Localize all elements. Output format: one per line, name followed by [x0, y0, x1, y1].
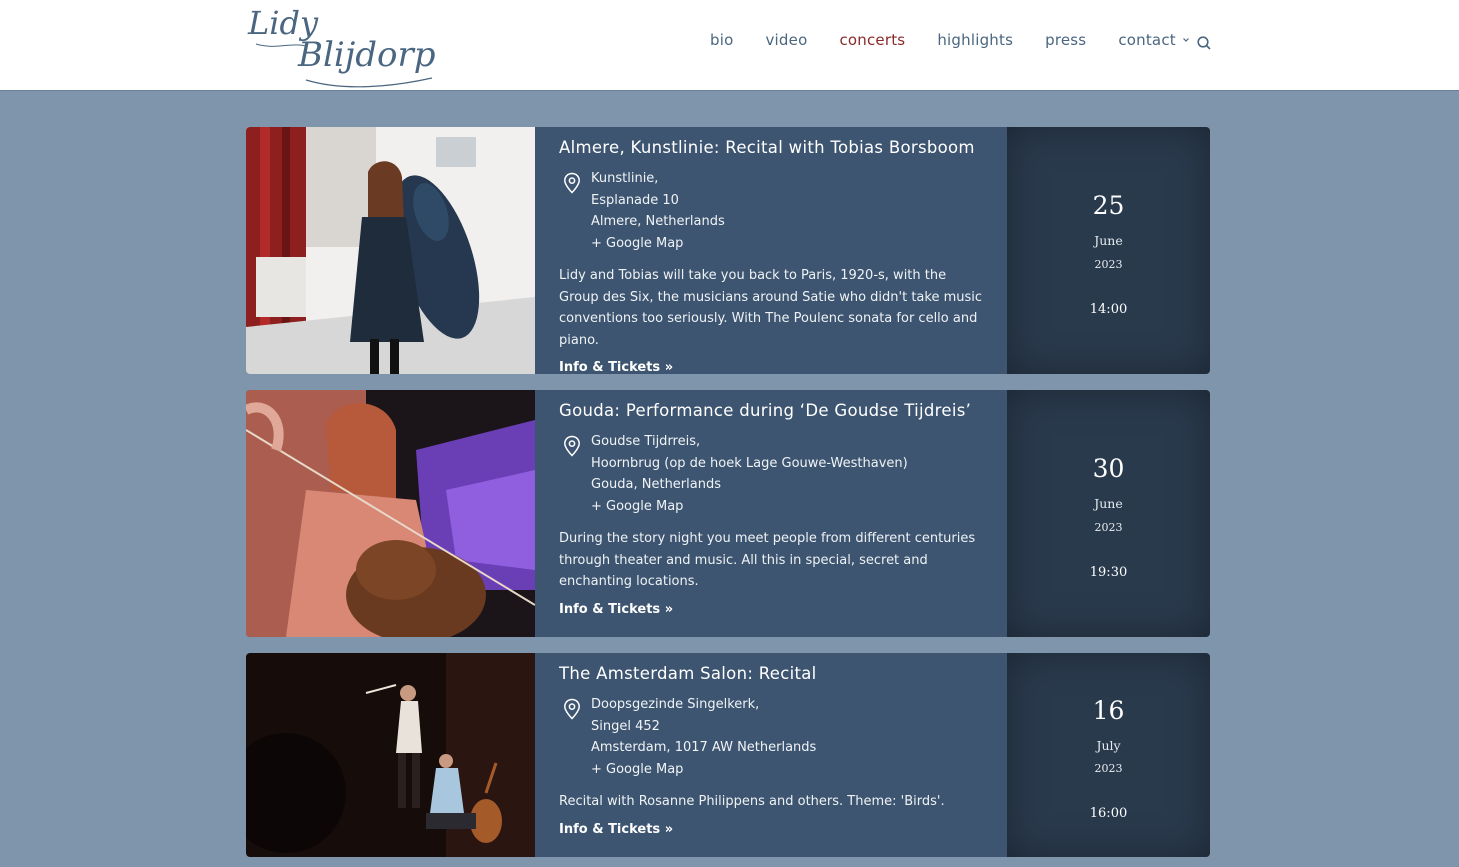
event-year: 2023 — [1094, 258, 1123, 271]
event-photo[interactable] — [246, 127, 535, 374]
info-tickets-link[interactable]: Info & Tickets » — [559, 360, 673, 374]
event-description: Lidy and Tobias will take you back to Pa… — [559, 268, 983, 348]
google-map-link[interactable]: + Google Map — [591, 759, 987, 781]
main-nav: bio video concerts highlights press cont… — [694, 31, 1206, 49]
logo-wordmark: Lidy Blijdorp — [247, 4, 436, 88]
event-venue: Goudse Tijdrreis, Hoornbrug (op de hoek … — [559, 431, 987, 517]
nav-item-contact-label: contact — [1118, 31, 1176, 49]
venue-street: Singel 452 — [591, 718, 660, 734]
venue-city: Gouda, Netherlands — [591, 477, 721, 492]
event-details: Almere, Kunstlinie: Recital with Tobias … — [535, 127, 1007, 374]
event-day: 30 — [1092, 454, 1125, 483]
event-month: June — [1094, 233, 1123, 248]
site-header: Lidy Blijdorp bio video concerts highlig… — [0, 0, 1459, 91]
event-photo[interactable] — [246, 390, 535, 637]
venue-city: Amsterdam, 1017 AW Netherlands — [591, 740, 817, 755]
event-time: 14:00 — [1089, 302, 1128, 317]
event-photo[interactable] — [246, 653, 535, 857]
event-title[interactable]: Gouda: Performance during ‘De Goudse Tij… — [559, 400, 987, 422]
nav-item-press[interactable]: press — [1029, 31, 1102, 49]
event-month: July — [1096, 738, 1121, 753]
info-tickets-link[interactable]: Info & Tickets » — [559, 822, 673, 837]
logo-line2: Blijdorp — [297, 35, 436, 75]
location-pin-icon — [564, 435, 580, 457]
event-details: The Amsterdam Salon: Recital Doopsgezind… — [535, 653, 1007, 857]
site-logo[interactable]: Lidy Blijdorp — [246, 0, 436, 90]
google-map-link[interactable]: + Google Map — [591, 233, 987, 255]
venue-street: Hoornbrug (op de hoek Lage Gouwe-Westhav… — [591, 455, 908, 471]
info-tickets-link[interactable]: Info & Tickets » — [559, 602, 673, 617]
venue-city: Almere, Netherlands — [591, 214, 725, 229]
search-icon[interactable] — [1196, 35, 1212, 51]
event-card: Almere, Kunstlinie: Recital with Tobias … — [246, 127, 1210, 374]
google-map-link[interactable]: + Google Map — [591, 496, 987, 518]
event-title[interactable]: The Amsterdam Salon: Recital — [559, 663, 987, 685]
event-time: 19:30 — [1089, 565, 1128, 580]
location-pin-icon — [564, 698, 580, 720]
event-description: During the story night you meet people f… — [559, 531, 976, 589]
event-date-panel: 25 June 2023 14:00 — [1007, 127, 1210, 374]
event-venue: Doopsgezinde Singelkerk, Singel 452 Amst… — [559, 694, 987, 780]
chevron-down-icon — [1182, 38, 1189, 42]
venue-name: Kunstlinie, — [591, 171, 659, 186]
nav-item-bio[interactable]: bio — [694, 31, 749, 49]
venue-name: Doopsgezinde Singelkerk, — [591, 697, 760, 712]
event-card: The Amsterdam Salon: Recital Doopsgezind… — [246, 653, 1210, 857]
venue-name: Goudse Tijdrreis, — [591, 434, 701, 449]
venue-street: Esplanade 10 — [591, 192, 679, 208]
nav-item-concerts[interactable]: concerts — [823, 31, 921, 49]
event-day: 25 — [1092, 191, 1125, 220]
nav-item-contact[interactable]: contact — [1102, 31, 1206, 49]
event-month: June — [1094, 496, 1123, 511]
event-year: 2023 — [1094, 762, 1123, 775]
event-time: 16:00 — [1089, 806, 1128, 821]
nav-item-highlights[interactable]: highlights — [921, 31, 1029, 49]
event-card: Gouda: Performance during ‘De Goudse Tij… — [246, 390, 1210, 637]
event-year: 2023 — [1094, 521, 1123, 534]
event-venue: Kunstlinie, Esplanade 10 Almere, Netherl… — [559, 168, 987, 254]
event-day: 16 — [1092, 696, 1125, 725]
event-date-panel: 16 July 2023 16:00 — [1007, 653, 1210, 857]
event-photo-cellist-purple — [246, 390, 535, 637]
event-photo-stage-duo — [246, 653, 535, 857]
nav-item-video[interactable]: video — [749, 31, 823, 49]
location-pin-icon — [564, 172, 580, 194]
event-date-panel: 30 June 2023 19:30 — [1007, 390, 1210, 637]
event-details: Gouda: Performance during ‘De Goudse Tij… — [535, 390, 1007, 637]
event-description: Recital with Rosanne Philippens and othe… — [559, 794, 945, 809]
event-photo-cellist-platform — [246, 127, 535, 374]
event-title[interactable]: Almere, Kunstlinie: Recital with Tobias … — [559, 137, 987, 159]
